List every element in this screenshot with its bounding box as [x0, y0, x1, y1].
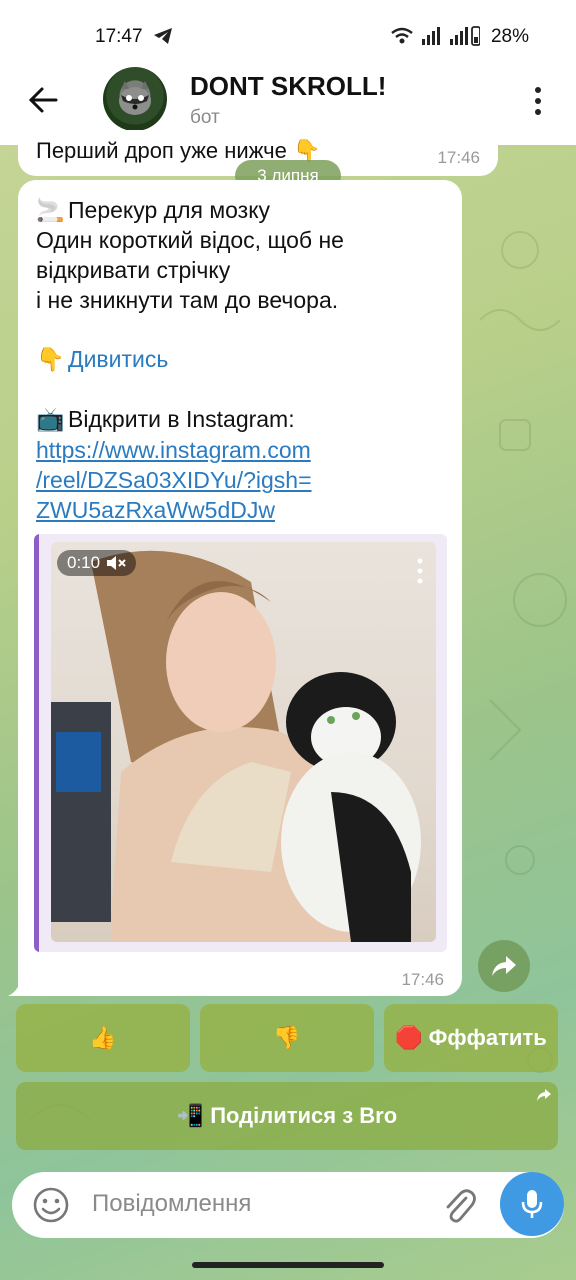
chat-title[interactable]: DONT SKROLL! [190, 71, 386, 102]
emoji-icon[interactable] [32, 1186, 70, 1224]
bot-avatar[interactable] [103, 67, 167, 131]
video-duration: 0:10 [67, 553, 101, 572]
status-time: 17:47 [95, 26, 143, 47]
forward-arrow-icon [492, 956, 516, 976]
cigarette-icon: 🚬 [36, 197, 65, 223]
message-line-1: 🚬 Перекур для мозку [36, 197, 271, 223]
message-composer[interactable]: Повідомлення [12, 1172, 564, 1238]
forward-button[interactable] [478, 940, 530, 992]
instagram-url-line-3[interactable]: ZWU5azRxaWw5dDJw [36, 497, 275, 524]
share-corner-icon [537, 1089, 551, 1101]
message-line-3: відкривати стрічку [36, 257, 231, 283]
battery-level: 28% [490, 26, 529, 47]
previous-message-time: 17:46 [437, 148, 480, 167]
video-menu-icon[interactable] [416, 558, 424, 584]
tv-icon: 📺 [36, 406, 65, 432]
thumbs-down-button[interactable]: 👎 [200, 1004, 374, 1072]
watch-link[interactable]: Дивитись [68, 346, 168, 372]
thumbs-up-icon: 👍 [89, 1025, 117, 1050]
phone-arrow-icon: 📲 [176, 1103, 205, 1128]
instagram-url-line-1[interactable]: https://www.instagram.com [36, 437, 311, 464]
muted-icon[interactable] [106, 555, 126, 571]
instagram-url-line-2[interactable]: /reel/DZSa03XIDYu/?igsh= [36, 467, 312, 494]
share-with-bro-button[interactable]: 📲 Поділитися з Bro [16, 1082, 558, 1150]
raccoon-icon [119, 81, 151, 115]
more-vertical-icon[interactable] [526, 85, 550, 117]
watch-link-row[interactable]: 👇 Дивитись [36, 346, 168, 373]
stop-button[interactable]: 🛑 Фффатить [384, 1004, 558, 1072]
stop-button-label: Фффатить [428, 1025, 547, 1050]
message-bubble[interactable]: 🚬 Перекур для мозку Один короткий відос, … [18, 180, 462, 996]
voice-message-button[interactable] [500, 1172, 564, 1236]
back-arrow-icon[interactable] [26, 85, 62, 115]
signal-icon [391, 26, 480, 46]
video-preview[interactable]: 0:10 [51, 542, 436, 942]
link-preview[interactable]: 0:10 [34, 534, 447, 952]
share-with-bro-label: Поділитися з Bro [210, 1103, 398, 1128]
telegram-icon [154, 28, 172, 44]
message-line-4: і не зникнути там до вечора. [36, 287, 339, 313]
message-line-2: Один короткий відос, щоб не [36, 227, 344, 253]
preview-accent-bar [34, 534, 39, 952]
instagram-label-row: 📺 Відкрити в Instagram: [36, 406, 295, 432]
video-thumbnail [51, 550, 421, 942]
message-input[interactable]: Повідомлення [92, 1190, 251, 1218]
point-down-icon: 👇 [36, 346, 65, 372]
thumbs-down-icon: 👎 [273, 1025, 301, 1050]
chat-subtitle: бот [190, 107, 220, 128]
microphone-icon [521, 1190, 543, 1218]
video-duration-badge: 0:10 [57, 550, 137, 576]
message-time: 17:46 [401, 970, 444, 989]
paperclip-icon[interactable] [442, 1186, 476, 1226]
home-indicator [192, 1262, 384, 1268]
thumbs-up-button[interactable]: 👍 [16, 1004, 190, 1072]
stop-sign-icon: 🛑 [395, 1025, 423, 1050]
